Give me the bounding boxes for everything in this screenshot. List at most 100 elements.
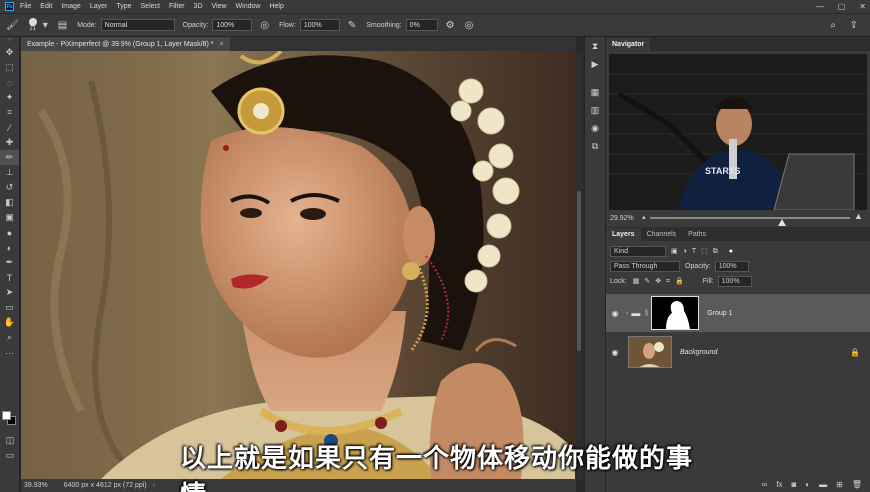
airbrush-icon[interactable]: ✎ xyxy=(348,20,356,31)
new-layer-icon[interactable]: ⊞ xyxy=(836,480,843,489)
canvas-vertical-scrollbar[interactable] xyxy=(575,51,583,479)
menu-view[interactable]: View xyxy=(212,3,227,10)
visibility-eye-icon[interactable]: ◉ xyxy=(606,309,624,318)
type-tool-icon[interactable]: T xyxy=(0,270,19,285)
history-panel-icon[interactable]: ⧗ xyxy=(585,37,605,55)
filter-type-icons[interactable]: ▣◑T⬚⧉ xyxy=(671,247,723,256)
filter-toggle-icon[interactable]: ● xyxy=(729,248,733,255)
brush-tool-icon[interactable]: ✏ xyxy=(0,150,19,165)
quick-select-tool-icon[interactable]: ✦ xyxy=(0,90,19,105)
menu-file[interactable]: File xyxy=(20,3,31,10)
tab-close-icon[interactable]: × xyxy=(219,41,223,48)
opacity-field[interactable]: 100% xyxy=(212,19,253,31)
adjustments-panel-icon[interactable]: ▦ xyxy=(585,83,605,101)
path-selection-tool-icon[interactable]: ➤ xyxy=(0,285,19,300)
quick-mask-icon[interactable]: ◫ xyxy=(0,433,20,448)
gear-icon[interactable]: ⚙ xyxy=(446,20,455,31)
properties-panel-icon[interactable]: ▥ xyxy=(585,101,605,119)
styles-panel-icon[interactable]: ◉ xyxy=(585,119,605,137)
flow-field[interactable]: 100% xyxy=(299,19,340,31)
toolbar-collapse-icon[interactable]: » xyxy=(0,37,19,45)
link-layers-icon[interactable]: ∞ xyxy=(762,480,768,489)
blur-tool-icon[interactable]: ● xyxy=(0,225,19,240)
layer-row-group-1[interactable]: ◉ › ▬ § Group 1 xyxy=(606,294,870,332)
foreground-color-swatch[interactable] xyxy=(2,411,11,420)
zoom-out-icon[interactable]: ▴ xyxy=(642,213,646,221)
pen-tool-icon[interactable]: ✒ xyxy=(0,255,19,270)
menu-help[interactable]: Help xyxy=(269,3,283,10)
layer-opacity-field[interactable]: 100% xyxy=(714,261,749,272)
menu-type[interactable]: Type xyxy=(116,3,131,10)
menu-image[interactable]: Image xyxy=(61,3,80,10)
layer-name-group-1[interactable]: Group 1 xyxy=(707,310,732,317)
layer-style-icon[interactable]: fx xyxy=(776,480,782,489)
move-tool-icon[interactable]: ✥ xyxy=(0,45,19,60)
layer-mask-thumbnail[interactable] xyxy=(651,296,700,330)
blend-mode-select[interactable]: Pass Through xyxy=(610,261,680,272)
screen-mode-icon[interactable]: ▭ xyxy=(0,448,20,463)
scrollbar-thumb[interactable] xyxy=(577,191,581,351)
visibility-eye-icon[interactable]: ◉ xyxy=(606,348,624,357)
libraries-panel-icon[interactable]: ⧉ xyxy=(585,137,605,155)
marquee-tool-icon[interactable]: ⬚ xyxy=(0,60,19,75)
fill-field[interactable]: 100% xyxy=(717,276,752,287)
pressure-opacity-icon[interactable]: ◎ xyxy=(260,20,269,31)
zoom-slider[interactable] xyxy=(650,217,850,226)
document-canvas[interactable] xyxy=(21,51,575,479)
document-tab[interactable]: Example - PiXimperfect @ 39.9% (Group 1,… xyxy=(21,37,230,51)
lock-icons[interactable]: ▦✎✥⌗🔒 xyxy=(633,277,689,286)
tab-layers[interactable]: Layers xyxy=(606,228,641,241)
actions-panel-icon[interactable]: ▶ xyxy=(585,55,605,73)
smoothing-field[interactable]: 0% xyxy=(405,19,438,31)
brush-settings-icon[interactable]: ▾ xyxy=(43,20,48,31)
tab-channels[interactable]: Channels xyxy=(641,228,683,241)
adjustment-layer-icon[interactable]: ◐ xyxy=(805,480,810,489)
maximize-icon[interactable]: ▢ xyxy=(838,2,846,11)
add-mask-icon[interactable]: ◙ xyxy=(791,480,796,489)
menu-layer[interactable]: Layer xyxy=(90,3,108,10)
shape-tool-icon[interactable]: ▭ xyxy=(0,300,19,315)
eraser-tool-icon[interactable]: ◧ xyxy=(0,195,19,210)
menu-select[interactable]: Select xyxy=(141,3,160,10)
history-brush-tool-icon[interactable]: ↺ xyxy=(0,180,19,195)
menu-3d[interactable]: 3D xyxy=(194,3,203,10)
lock-icon[interactable]: 🔒 xyxy=(850,348,860,357)
group-expand-icon[interactable]: › xyxy=(626,310,628,317)
more-tools-icon[interactable]: ··· xyxy=(0,345,19,360)
hand-tool-icon[interactable]: ✋ xyxy=(0,315,19,330)
brush-preset-picker[interactable]: 21 xyxy=(28,18,37,32)
zoom-tool-icon[interactable]: ⌕ xyxy=(0,330,19,345)
mode-select[interactable]: Normal xyxy=(100,19,175,31)
delete-layer-icon[interactable]: 🗑 xyxy=(852,480,862,489)
new-group-icon[interactable]: ▬ xyxy=(819,480,827,489)
layer-kind-filter[interactable]: Kind xyxy=(610,246,666,257)
background-thumbnail[interactable] xyxy=(628,336,672,368)
lasso-tool-icon[interactable]: ◌ xyxy=(0,75,19,90)
gradient-tool-icon[interactable]: ▣ xyxy=(0,210,19,225)
menu-edit[interactable]: Edit xyxy=(40,3,52,10)
layer-name-background[interactable]: Background xyxy=(680,349,717,356)
crop-tool-icon[interactable]: ⌗ xyxy=(0,105,19,120)
tab-paths[interactable]: Paths xyxy=(682,228,712,241)
close-icon[interactable]: ✕ xyxy=(859,2,866,11)
tab-navigator[interactable]: Navigator xyxy=(606,38,651,51)
status-arrow-icon[interactable]: › xyxy=(153,482,155,489)
zoom-slider-knob[interactable] xyxy=(778,219,786,226)
clone-stamp-tool-icon[interactable]: ⊥ xyxy=(0,165,19,180)
menu-filter[interactable]: Filter xyxy=(169,3,185,10)
healing-tool-icon[interactable]: ✚ xyxy=(0,135,19,150)
dodge-tool-icon[interactable]: ◐ xyxy=(0,240,19,255)
share-icon[interactable]: ⇪ xyxy=(850,20,858,31)
zoom-in-icon[interactable]: ▲ xyxy=(854,211,863,221)
minimize-icon[interactable]: — xyxy=(816,2,824,11)
eyedropper-tool-icon[interactable]: ⁄ xyxy=(0,120,19,135)
pressure-size-icon[interactable]: ◎ xyxy=(465,20,474,31)
brush-icon[interactable]: 🖌 xyxy=(6,20,19,31)
menu-window[interactable]: Window xyxy=(236,3,261,10)
navigator-zoom-value[interactable]: 29.92% xyxy=(610,215,634,222)
status-zoom[interactable]: 39.93% xyxy=(24,482,48,489)
mask-link-icon[interactable]: § xyxy=(644,310,648,317)
brush-panel-toggle-icon[interactable]: ▤ xyxy=(58,20,67,31)
search-icon[interactable]: ⌕ xyxy=(830,20,836,31)
navigator-preview[interactable]: STARTS xyxy=(609,54,867,210)
